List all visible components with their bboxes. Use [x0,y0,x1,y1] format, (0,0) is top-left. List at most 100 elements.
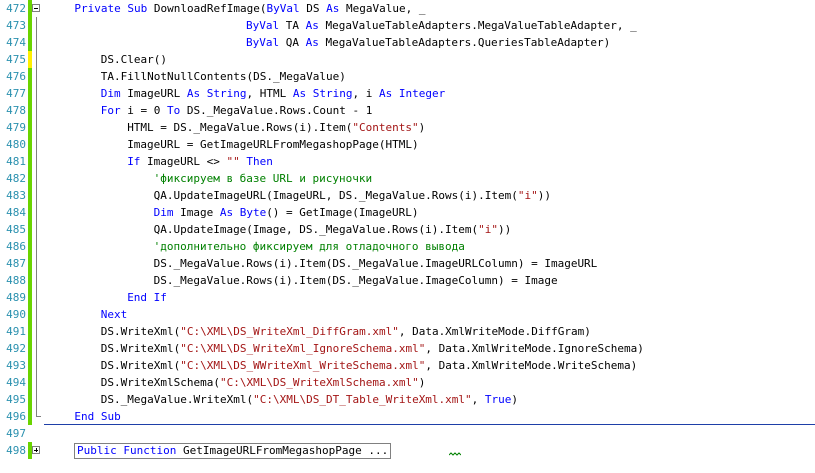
code-line-484[interactable]: 484 Dim Image As Byte() = GetImage(ImageU… [0,204,815,221]
keyword-token: ByVal [266,2,300,15]
change-margin-marker [28,51,32,68]
change-margin-marker [28,306,32,323]
line-number: 494 [6,376,26,389]
code-token: )) [537,189,551,202]
code-text: Dim Image As Byte() = GetImage(ImageURL) [154,204,419,221]
outline-guide [36,255,37,272]
line-number: 477 [6,87,26,100]
code-line-493[interactable]: 493 DS.WriteXml("C:\XML\DS_WWriteXml_Writ… [0,357,815,374]
code-token: DownloadRefImage( [147,2,267,15]
collapse-icon[interactable] [32,4,40,12]
line-number: 491 [6,325,26,338]
code-line-486[interactable]: 486 'дополнительно фиксируем для отладочн… [0,238,815,255]
line-number: 481 [6,155,26,168]
code-line-473[interactable]: 473 ByVal TA As MegaValueTableAdapters.Me… [0,17,815,34]
code-line-487[interactable]: 487 DS._MegaValue.Rows(i).Item(DS._MegaVa… [0,255,815,272]
code-line-483[interactable]: 483 QA.UpdateImageURL(ImageURL, DS._MegaV… [0,187,815,204]
code-token: Image [173,206,220,219]
line-number: 497 [6,427,26,440]
string-token: "i" [478,223,498,236]
change-margin-marker [28,255,32,272]
outline-guide [36,85,37,102]
code-line-475[interactable]: 475 DS.Clear() [0,51,815,68]
code-line-478[interactable]: 478 For i = 0 To DS._MegaValue.Rows.Count… [0,102,815,119]
keyword-token: Next [100,308,128,321]
keyword-token: To [167,104,181,117]
change-margin-marker [28,221,32,238]
code-token: ) [418,376,426,389]
code-token: TA.FillNotNullContents(DS._MegaValue) [100,70,346,83]
outline-guide [36,272,37,289]
code-token: , Data.XmlWriteMode.IgnoreSchema) [425,342,644,355]
line-number: 484 [6,206,26,219]
code-line-489[interactable]: 489 End If [0,289,815,306]
keyword-token: Private Sub [74,2,148,15]
code-line-477[interactable]: 477 Dim ImageURL As String, HTML As Strin… [0,85,815,102]
code-token: , i [352,87,379,100]
code-token: DS.Clear() [100,53,168,66]
comment-token: 'фиксируем в базе URL и рисуночки [153,172,373,185]
line-number: 472 [6,2,26,15]
line-number: 483 [6,189,26,202]
code-line-491[interactable]: 491 DS.WriteXml("C:\XML\DS_WriteXml_DiffG… [0,323,815,340]
code-line-496[interactable]: 496 End Sub [0,408,815,425]
change-margin-marker [28,85,32,102]
code-text: If ImageURL <> "" Then [127,153,273,170]
code-line-479[interactable]: 479 HTML = DS._MegaValue.Rows(i).Item("Co… [0,119,815,136]
code-text: QA.UpdateImageURL(ImageURL, DS._MegaValu… [154,187,551,204]
line-number: 490 [6,308,26,321]
line-number: 498 [6,444,26,457]
code-text: DS.WriteXml("C:\XML\DS_WriteXml_IgnoreSc… [101,340,644,357]
string-token: "C:\XML\DS_WWriteXml_WriteSchema.xml" [180,359,426,372]
outline-guide [36,68,37,85]
outline-guide-tick [36,416,41,417]
line-number: 475 [6,53,26,66]
line-number: 473 [6,19,26,32]
line-number: 476 [6,70,26,83]
code-line-495[interactable]: 495 DS._MegaValue.WriteXml("C:\XML\DS_DT_… [0,391,815,408]
code-text: QA.UpdateImage(Image, DS._MegaValue.Rows… [154,221,512,238]
code-text: 'фиксируем в базе URL и рисуночки [154,170,373,187]
code-token: DS._MegaValue.WriteXml( [100,393,254,406]
code-token: QA [279,36,306,49]
code-token: , HTML [246,87,293,100]
code-token: , Data.XmlWriteMode.DiffGram) [398,325,591,338]
string-token: "i" [517,189,538,202]
code-token: HTML = DS._MegaValue.Rows(i).Item( [127,121,353,134]
code-token: DS [299,2,327,15]
string-token: "C:\XML\DS_WriteXml_IgnoreSchema.xml" [180,342,426,355]
code-line-472[interactable]: 472 Private Sub DownloadRefImage(ByVal DS… [0,0,815,17]
code-token: MegaValue, _ [339,2,426,15]
code-editor[interactable]: 472 Private Sub DownloadRefImage(ByVal DS… [0,0,815,473]
code-line-488[interactable]: 488 DS._MegaValue.Rows(i).Item(DS._MegaVa… [0,272,815,289]
code-text: HTML = DS._MegaValue.Rows(i).Item("Conte… [127,119,425,136]
code-line-480[interactable]: 480 ImageURL = GetImageURLFromMegashopPag… [0,136,815,153]
line-number: 493 [6,359,26,372]
outline-guide [36,136,37,153]
string-token: "C:\XML\DS_DT_Table_WriteXml.xml" [253,393,472,406]
expand-icon[interactable] [32,446,40,454]
code-line-498[interactable]: 498 Public Function GetImageURLFromMegash… [0,442,815,459]
code-line-492[interactable]: 492 DS.WriteXml("C:\XML\DS_WriteXml_Ignor… [0,340,815,357]
outline-guide [36,51,37,68]
change-margin-marker [28,391,32,408]
code-line-494[interactable]: 494 DS.WriteXmlSchema("C:\XML\DS_WriteXml… [0,374,815,391]
code-token: DS.WriteXml( [100,359,181,372]
outline-guide [36,204,37,221]
code-token: ImageURL = GetImageURLFromMegashopPage(H… [127,138,419,151]
code-token: ) [511,393,519,406]
code-line-481[interactable]: 481 If ImageURL <> "" Then [0,153,815,170]
keyword-token: ByVal [246,19,280,32]
code-line-476[interactable]: 476 TA.FillNotNullContents(DS._MegaValue) [0,68,815,85]
line-number: 478 [6,104,26,117]
collapsed-region[interactable]: Public Function GetImageURLFromMegashopP… [74,443,392,459]
code-line-485[interactable]: 485 QA.UpdateImage(Image, DS._MegaValue.R… [0,221,815,238]
code-line-490[interactable]: 490 Next [0,306,815,323]
code-line-474[interactable]: 474 ByVal QA As MegaValueTableAdapters.Qu… [0,34,815,51]
change-margin-marker [28,340,32,357]
code-line-497[interactable]: 497 [0,425,815,442]
code-token: DS._MegaValue.Rows(i).Item(DS._MegaValue… [153,257,598,270]
code-line-482[interactable]: 482 'фиксируем в базе URL и рисуночки [0,170,815,187]
code-token: DS._MegaValue.Rows(i).Item(DS._MegaValue… [153,274,558,287]
change-margin-marker [28,187,32,204]
